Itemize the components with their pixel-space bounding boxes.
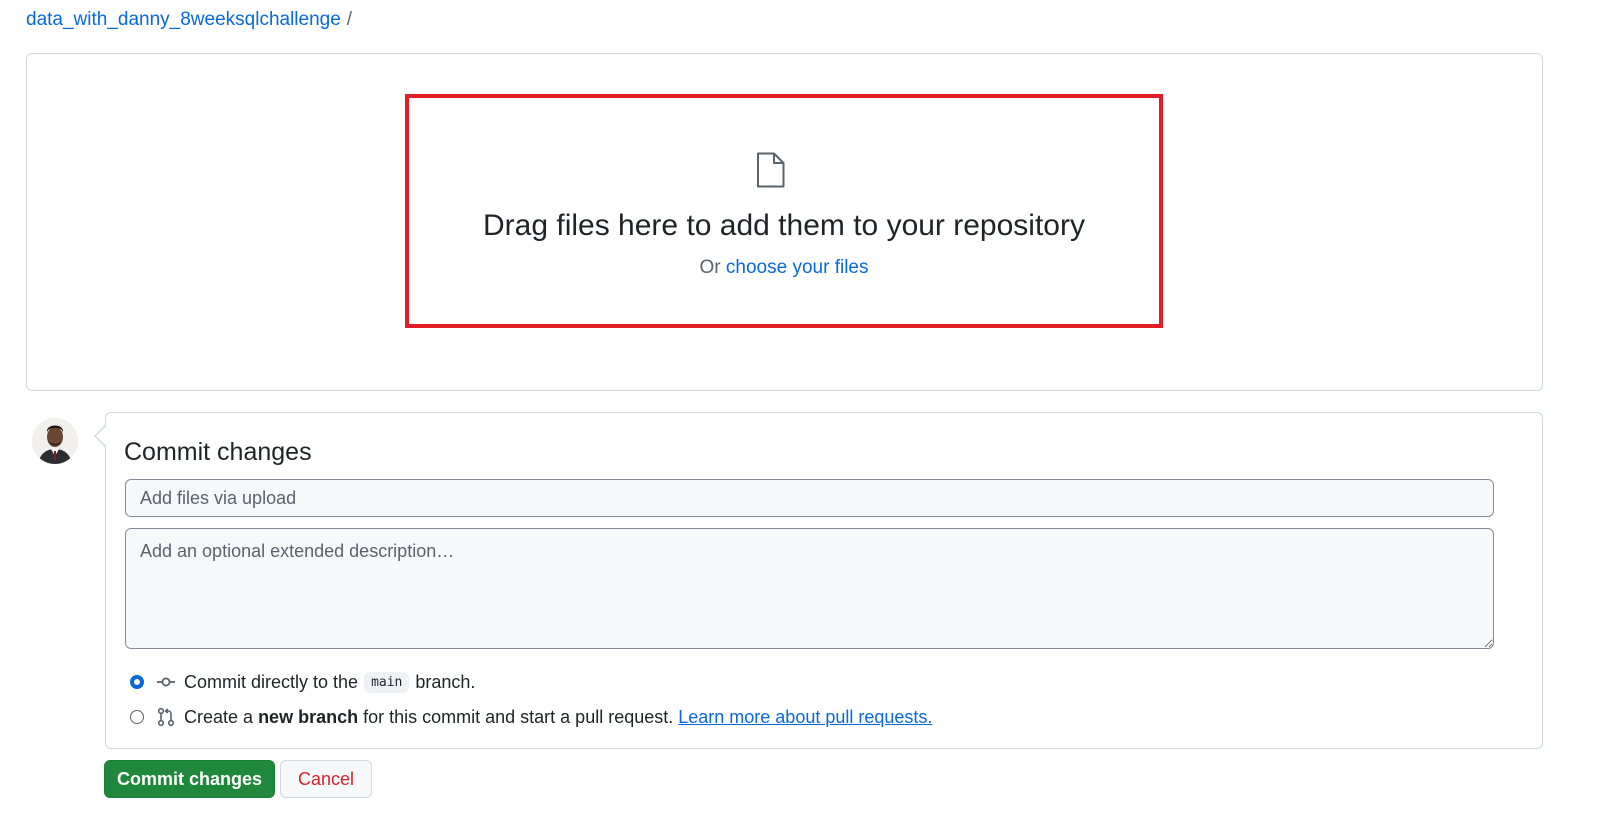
git-pull-request-icon [156, 707, 176, 727]
new-branch-bold: new branch [258, 706, 359, 727]
new-branch-suffix: for this commit and start a pull request… [363, 706, 674, 727]
new-branch-radio[interactable] [130, 710, 144, 724]
branch-name-chip: main [364, 671, 410, 693]
or-text: Or [699, 257, 721, 278]
commit-direct-option[interactable]: Commit directly to the main branch. [128, 670, 475, 694]
commit-direct-suffix: branch. [415, 671, 476, 692]
file-icon [755, 152, 785, 193]
drop-zone-highlight[interactable]: Drag files here to add them to your repo… [405, 94, 1163, 328]
drop-subtitle: Or choose your files [409, 256, 1159, 280]
breadcrumb: data_with_danny_8weeksqlchallenge / [26, 8, 352, 32]
commit-description-input[interactable] [125, 528, 1494, 649]
commit-direct-text: Commit directly to the [184, 671, 359, 692]
avatar [32, 418, 78, 464]
commit-direct-radio[interactable] [130, 675, 144, 689]
commit-summary-input[interactable] [125, 479, 1494, 517]
new-branch-option[interactable]: Create a new branch for this commit and … [128, 705, 932, 729]
cancel-button[interactable]: Cancel [280, 760, 372, 798]
learn-more-pull-requests-link[interactable]: Learn more about pull requests. [678, 707, 932, 728]
breadcrumb-separator: / [346, 9, 353, 30]
commit-changes-button[interactable]: Commit changes [104, 760, 275, 798]
choose-files-link[interactable]: choose your files [726, 257, 869, 278]
git-commit-icon [156, 672, 176, 692]
drop-title: Drag files here to add them to your repo… [483, 209, 1085, 242]
repo-link[interactable]: data_with_danny_8weeksqlchallenge [26, 9, 341, 30]
commit-form-caret-fill [96, 426, 106, 446]
commit-title: Commit changes [124, 438, 312, 466]
new-branch-prefix: Create a [184, 706, 254, 727]
